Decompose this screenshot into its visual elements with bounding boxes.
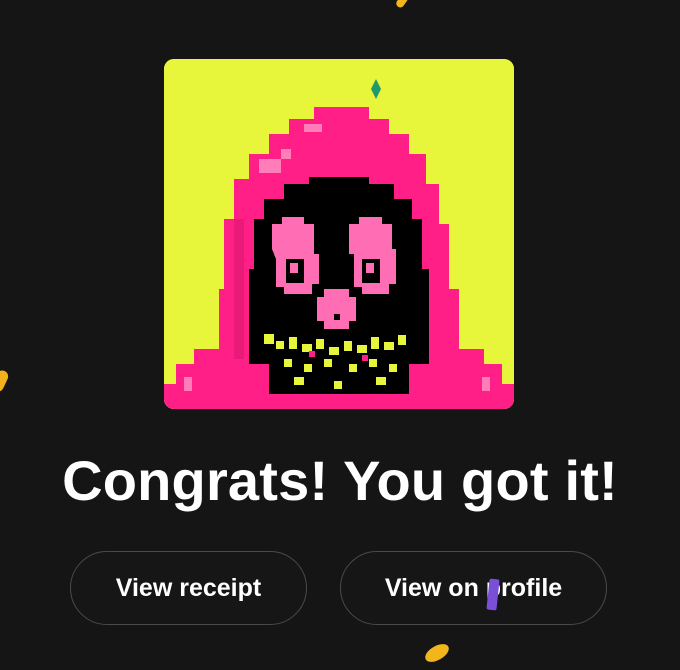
nft-pixel-art <box>164 59 514 409</box>
congrats-headline: Congrats! You got it! <box>62 449 618 512</box>
confetti-piece <box>0 368 11 394</box>
nft-image <box>164 59 514 409</box>
view-on-profile-button[interactable]: View on profile <box>340 551 607 625</box>
confetti-piece <box>422 640 452 666</box>
confetti-piece <box>394 0 410 10</box>
view-receipt-button[interactable]: View receipt <box>70 551 307 625</box>
